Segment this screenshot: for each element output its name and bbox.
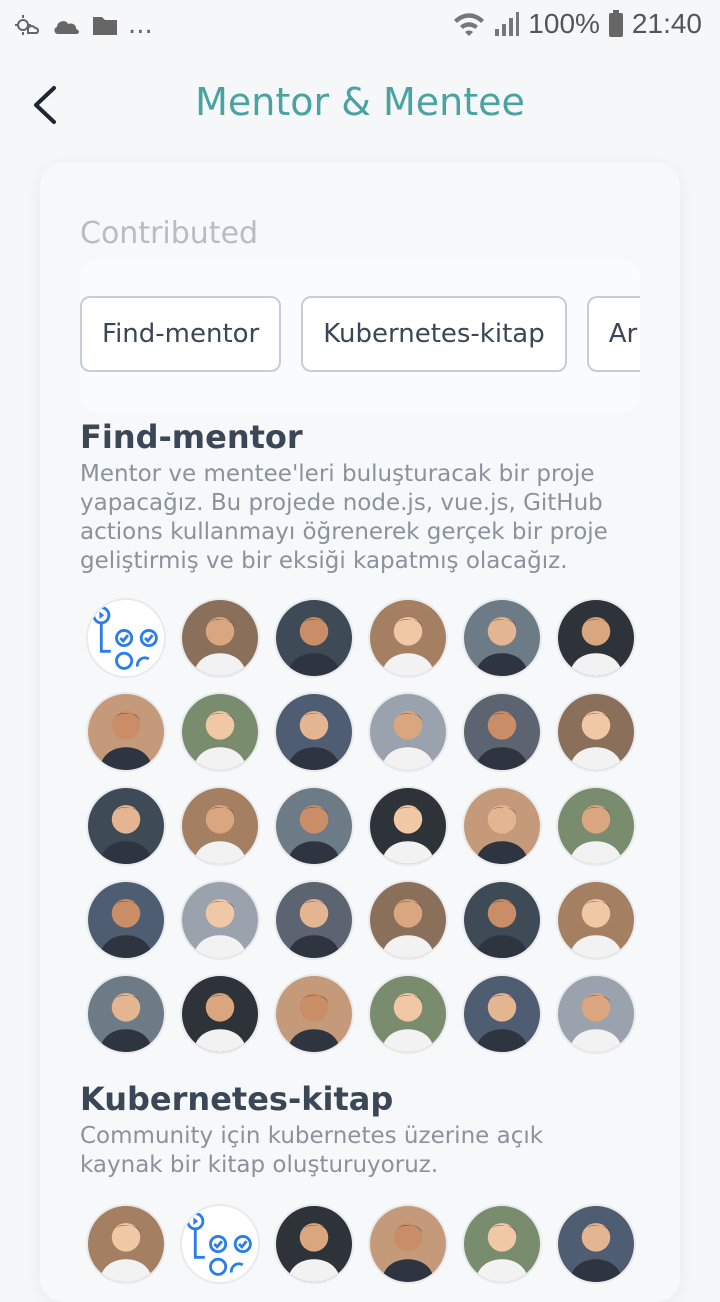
contributor-avatar[interactable] bbox=[274, 692, 354, 772]
chips-row: Find-mentor Kubernetes-kitap Ar bbox=[80, 296, 640, 372]
status-bar: ... 100% 21:40 bbox=[0, 0, 720, 52]
contributor-avatar[interactable] bbox=[556, 1204, 636, 1284]
contributor-avatar[interactable] bbox=[368, 692, 448, 772]
github-actions-logo-icon[interactable] bbox=[86, 598, 166, 678]
contributor-avatar[interactable] bbox=[86, 1204, 166, 1284]
contributor-avatar[interactable] bbox=[368, 786, 448, 866]
contributor-avatar[interactable] bbox=[86, 692, 166, 772]
cloud-icon bbox=[54, 21, 79, 34]
folder-icon bbox=[93, 17, 117, 35]
project-chip[interactable]: Find-mentor bbox=[80, 296, 282, 372]
contributor-avatar[interactable] bbox=[368, 974, 448, 1054]
battery-icon bbox=[608, 10, 623, 37]
contributor-avatar[interactable] bbox=[368, 598, 448, 678]
contributor-avatar[interactable] bbox=[462, 1204, 542, 1284]
contributor-avatar[interactable] bbox=[180, 598, 260, 678]
contributor-avatar[interactable] bbox=[556, 692, 636, 772]
contributor-avatar[interactable] bbox=[274, 880, 354, 960]
contributor-avatar[interactable] bbox=[462, 598, 542, 678]
contributor-avatar[interactable] bbox=[556, 974, 636, 1054]
contributor-avatar[interactable] bbox=[368, 880, 448, 960]
contributor-avatar[interactable] bbox=[274, 598, 354, 678]
contributor-avatar[interactable] bbox=[180, 786, 260, 866]
project-title: Kubernetes-kitap bbox=[80, 1080, 394, 1118]
contributor-avatar[interactable] bbox=[462, 880, 542, 960]
project-description: Community için kubernetes üzerine açık k… bbox=[80, 1123, 544, 1178]
contributor-avatar[interactable] bbox=[274, 786, 354, 866]
contributor-avatar[interactable] bbox=[86, 880, 166, 960]
contributor-avatar[interactable] bbox=[274, 974, 354, 1054]
contributor-avatar[interactable] bbox=[180, 880, 260, 960]
contributor-avatar[interactable] bbox=[556, 598, 636, 678]
contributor-avatar[interactable] bbox=[86, 786, 166, 866]
contributor-avatar[interactable] bbox=[86, 974, 166, 1054]
header: Mentor & Mentee bbox=[0, 60, 720, 150]
project-description: Mentor ve mentee'leri buluşturacak bir p… bbox=[80, 461, 608, 574]
page-title: Mentor & Mentee bbox=[195, 80, 525, 124]
contributor-avatar[interactable] bbox=[462, 692, 542, 772]
contributor-avatar[interactable] bbox=[556, 786, 636, 866]
contributor-avatar[interactable] bbox=[274, 1204, 354, 1284]
contributor-avatar[interactable] bbox=[556, 880, 636, 960]
project-title: Find-mentor bbox=[80, 418, 303, 456]
battery-percent: 100% bbox=[528, 8, 600, 39]
status-ellipsis: ... bbox=[128, 10, 153, 40]
contributor-avatar[interactable] bbox=[180, 974, 260, 1054]
wifi-icon bbox=[454, 13, 485, 36]
contributed-label: Contributed bbox=[80, 216, 259, 251]
contributor-avatar[interactable] bbox=[462, 974, 542, 1054]
contributor-avatar[interactable] bbox=[180, 692, 260, 772]
weather-icon bbox=[15, 15, 40, 35]
contributor-avatar[interactable] bbox=[368, 1204, 448, 1284]
contributors-grid bbox=[86, 598, 636, 1054]
contributors-grid bbox=[86, 1204, 636, 1284]
project-chip[interactable]: Kubernetes-kitap bbox=[301, 296, 567, 372]
project-chip[interactable]: Ar bbox=[586, 296, 640, 372]
signal-icon bbox=[495, 12, 520, 36]
github-actions-logo-icon[interactable] bbox=[180, 1204, 260, 1284]
clock: 21:40 bbox=[631, 8, 702, 39]
contributor-avatar[interactable] bbox=[462, 786, 542, 866]
contributed-chips-scroller[interactable]: Find-mentor Kubernetes-kitap Ar bbox=[80, 258, 640, 414]
